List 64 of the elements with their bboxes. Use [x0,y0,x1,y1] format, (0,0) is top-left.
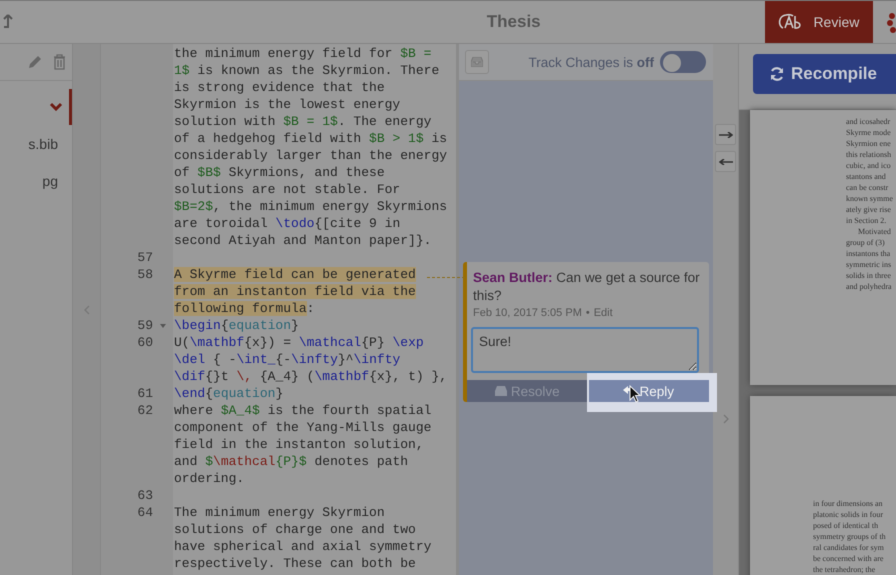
line-number: 60 [137,335,153,350]
code-line: of $B$ Skyrmions, and these [173,164,385,181]
line-number: 62 [137,403,153,418]
inbox-icon [471,57,483,67]
code-line: solution with $B = 1$. The energy [173,113,432,130]
recompile-button[interactable]: Recompile [753,54,896,94]
arrow-right-button[interactable] [715,124,736,145]
line-number: 58 [137,267,153,282]
code-line: U(\mathbf{x}) = \mathcal{P} \exp [173,334,424,351]
code-line: $B=2$, the minimum energy Skyrmions [173,198,448,215]
code-line: solutions are not stable. For [173,181,400,198]
arrow-right-icon [718,132,732,138]
code-line: where $A_4$ is the fourth spatial [173,402,432,419]
line-number: 64 [137,505,153,520]
code-line: are toroidal \todo{[cite 9 in [173,215,400,232]
inbox-button[interactable] [465,50,489,74]
review-button[interactable]: Review [765,1,874,43]
track-changes-label: Track Changes is off [528,54,654,70]
code-line: 1$ is known as the Skyrmion. There [173,62,440,79]
code-line: ordering. [173,470,244,487]
code-line: \dif{}t \, {A_4} (\mathbf{x}, t) }, [173,368,448,385]
upload-icon[interactable] [3,14,13,30]
refresh-icon [769,66,785,82]
code-line: \end{equation} [173,385,284,402]
line-number: 59 [137,318,153,333]
code-line: respectively. These can both be [173,555,416,572]
code-line: following formula: [173,300,314,317]
code-line: The minimum energy Skyrmion [173,504,385,521]
mouse-cursor-icon [629,385,641,403]
separator: • [586,307,590,319]
line-number: 63 [137,488,153,503]
code-line: component of the Yang-Mills gauge [173,419,432,436]
fold-caret-icon[interactable] [160,324,166,328]
file-item[interactable]: pg [0,162,72,199]
reply-button[interactable]: Reply [588,380,709,402]
code-line: solutions of charge one and two [173,521,416,538]
arrow-left-button[interactable] [715,151,736,172]
code-line: considerably larger than the energy [173,147,448,164]
line-number: 61 [137,386,153,401]
project-title: Thesis [486,11,542,33]
pencil-icon[interactable] [27,54,43,70]
comment-date: Feb 10, 2017 5:05 PM [473,307,582,319]
edit-link[interactable]: Edit [594,307,613,319]
code-line: and $\mathcal{P}$ denotes path [173,453,408,470]
track-changes-toggle[interactable] [660,51,706,73]
pdf-text: and icosahedr Skyrme mode Skyrmion ene this relationsh cubic, and ico stantons and can be constr known symme ately give rise in Section 2. Motivated group of (3) instantons tha symmetric ins solids in three and polyhedra [846,116,894,292]
code-line: Skyrmion is the lowest energy [173,96,400,113]
inbox-icon [494,386,507,396]
code-line: of a hedgehog field with $B > 1$ is [173,130,448,147]
arrow-left-icon [718,158,732,164]
chevron-right-icon[interactable] [722,414,728,424]
code-line: the minimum energy field for $B = [173,45,432,62]
code-line: is strong evidence that the [173,79,385,96]
code-line: second Atiyah and Manton paper]}. [173,232,432,249]
comment-text: Sean Butler: Can we get a source for this? [472,269,701,305]
line-number: 57 [137,250,153,265]
code-line: \begin{equation} [173,317,299,334]
pdf-text: in four dimensions an platonic solids in four posed of identical th symmetry groups of th ral candidates for sym be concerned with are the tetrahedron; the [813,498,887,575]
trash-icon[interactable] [53,54,66,70]
file-item[interactable]: s.bib [0,125,72,162]
code-line: have spherical and axial symmetry [173,538,432,555]
reply-field[interactable]: Sure! [471,327,699,373]
code-line: \del { -\int_{-\infty}^\infty [173,351,400,368]
code-line: field in the instanton solution, [173,436,424,453]
